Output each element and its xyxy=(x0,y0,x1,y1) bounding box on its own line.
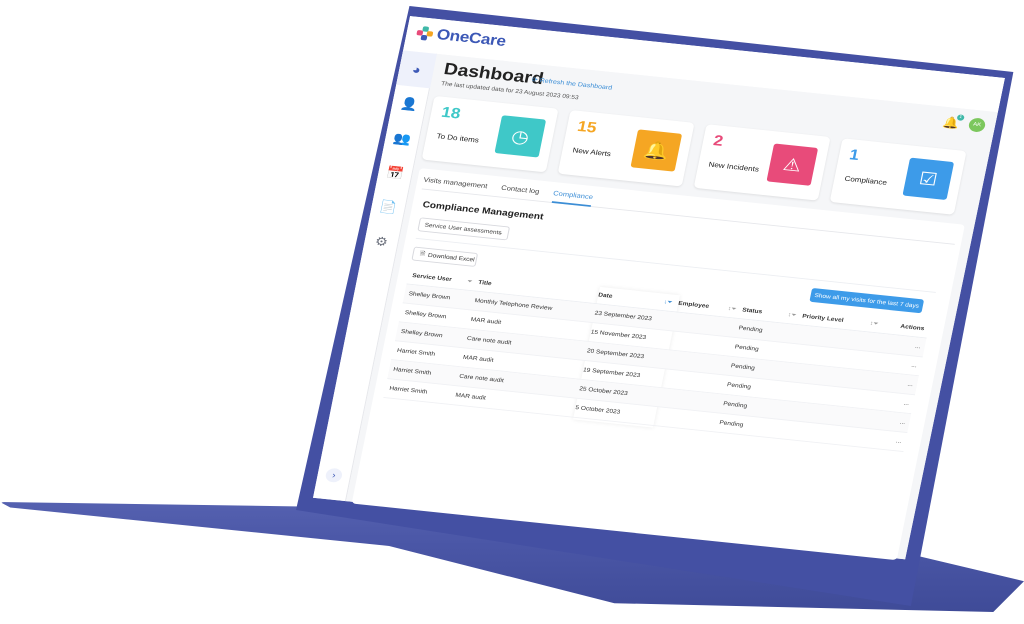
logo-mark-icon xyxy=(415,26,434,41)
card-count: 15 xyxy=(575,117,599,137)
download-excel-label: Download Excel xyxy=(427,251,476,263)
cell-priority xyxy=(783,410,865,419)
refresh-label: Refresh the Dashboard xyxy=(539,77,613,91)
row-actions-button[interactable]: ... xyxy=(872,378,917,389)
row-actions-button[interactable]: ... xyxy=(861,434,906,445)
card-label: Compliance xyxy=(843,174,888,187)
cell-date: 15 November 2023 xyxy=(590,329,647,341)
cell-service-user: Shelley Brown xyxy=(400,328,444,339)
employee-icon: 👥 xyxy=(392,129,413,146)
cell-service-user: Harriet Smith xyxy=(388,385,428,396)
laptop-scene: OneCare ◕ 👤 👥 📅 📄 ⚙ › Dashboard ⟳ Refres… xyxy=(0,0,1024,624)
card-compliance[interactable]: 1 Compliance ☑ xyxy=(829,138,967,215)
download-excel-button[interactable]: 🗎 Download Excel xyxy=(411,246,479,267)
cell-status: Pending xyxy=(718,419,744,429)
cell-status: Pending xyxy=(722,400,748,410)
document-icon: 📄 xyxy=(378,198,399,215)
tab-compliance[interactable]: Compliance xyxy=(551,182,596,207)
card-count: 1 xyxy=(847,146,861,164)
row-actions-button[interactable]: ... xyxy=(868,397,913,408)
card-count: 2 xyxy=(711,132,725,150)
tab-visits-management[interactable]: Visits management xyxy=(422,169,490,196)
cell-status: Pending xyxy=(730,362,756,372)
checklist-icon: ☑ xyxy=(902,157,955,201)
calendar-icon: 📅 xyxy=(385,164,406,180)
cell-date: 19 September 2023 xyxy=(582,366,641,379)
col-date: Date xyxy=(597,291,614,300)
cell-date: 25 October 2023 xyxy=(578,385,629,397)
cell-service-user: Shelley Brown xyxy=(404,309,447,321)
cell-employee xyxy=(655,416,719,423)
card-label: New Incidents xyxy=(707,160,760,174)
card-alerts[interactable]: 15 New Alerts 🔔 xyxy=(557,109,695,187)
col-service-user: Service User xyxy=(411,272,453,283)
app-window: OneCare ◕ 👤 👥 📅 📄 ⚙ › Dashboard ⟳ Refres… xyxy=(313,16,1005,561)
cell-priority xyxy=(779,429,861,438)
row-actions-button[interactable]: ... xyxy=(876,359,921,370)
row-actions-button[interactable]: ... xyxy=(865,416,910,427)
card-todo[interactable]: 18 To Do items ◷ xyxy=(421,95,559,173)
cell-priority xyxy=(795,353,877,362)
pie-chart-icon: ◕ xyxy=(410,62,423,77)
user-icon: 👤 xyxy=(399,95,420,112)
cell-date: 5 October 2023 xyxy=(574,404,621,416)
card-label: New Alerts xyxy=(571,146,612,159)
cell-employee xyxy=(675,321,739,328)
logo-text: OneCare xyxy=(435,26,508,50)
filter-icon[interactable]: ⏷ xyxy=(466,278,473,285)
cell-status: Pending xyxy=(734,344,760,353)
cell-date: 20 September 2023 xyxy=(586,347,645,360)
col-actions: Actions xyxy=(899,323,925,333)
chevron-right-icon: › xyxy=(331,470,337,481)
sort-icon[interactable]: ↕⏷ xyxy=(869,320,879,328)
assessment-type-select[interactable]: Service User assessments ⌄ xyxy=(417,217,511,241)
sort-icon[interactable]: ↓⏷ xyxy=(663,298,673,306)
card-incidents[interactable]: 2 New Incidents ⚠ xyxy=(693,124,831,201)
warning-icon: ⚠ xyxy=(766,143,819,186)
cell-employee xyxy=(671,340,735,347)
cell-service-user: Harriet Smith xyxy=(392,366,432,377)
cell-employee xyxy=(659,397,723,404)
document-icon: 🗎 xyxy=(419,250,426,257)
cell-priority xyxy=(791,372,873,381)
bell-icon: 🔔 xyxy=(630,129,683,172)
tab-contact-log[interactable]: Contact log xyxy=(499,177,541,202)
sidebar-expand-button[interactable]: › xyxy=(324,467,344,483)
cell-status: Pending xyxy=(738,325,764,334)
cell-priority xyxy=(787,391,869,400)
col-employee: Employee xyxy=(677,299,710,310)
cell-employee xyxy=(667,359,731,366)
cell-employee xyxy=(663,378,727,385)
col-priority-level: Priority Level xyxy=(801,312,845,324)
row-actions-button[interactable]: ... xyxy=(880,340,925,351)
notification-badge: 1 xyxy=(956,114,965,121)
col-status: Status xyxy=(741,306,763,315)
sort-icon[interactable]: ↕⏷ xyxy=(787,311,797,319)
chevron-down-icon: ⌄ xyxy=(497,229,505,237)
avatar[interactable]: AK xyxy=(967,117,987,133)
card-count: 18 xyxy=(439,103,463,123)
clock-icon: ◷ xyxy=(494,115,547,158)
content-panel: Visits management Contact log Compliance… xyxy=(351,168,965,561)
refresh-dashboard-link[interactable]: ⟳ Refresh the Dashboard xyxy=(531,76,613,91)
sort-icon[interactable]: ↕⏷ xyxy=(727,305,737,313)
col-title: Title xyxy=(477,279,493,287)
main-content: Dashboard ⟳ Refresh the Dashboard The la… xyxy=(346,53,998,561)
cell-service-user: Shelley Brown xyxy=(408,290,451,302)
cell-date: 23 September 2023 xyxy=(594,310,653,323)
refresh-icon: ⟳ xyxy=(531,77,539,84)
cell-service-user: Harriet Smith xyxy=(396,347,436,358)
cell-status: Pending xyxy=(726,381,752,391)
select-value: Service User assessments xyxy=(424,222,503,237)
cell-priority xyxy=(799,334,881,343)
card-label: To Do items xyxy=(435,132,480,145)
logo[interactable]: OneCare xyxy=(415,24,507,50)
gear-icon: ⚙ xyxy=(373,233,390,249)
